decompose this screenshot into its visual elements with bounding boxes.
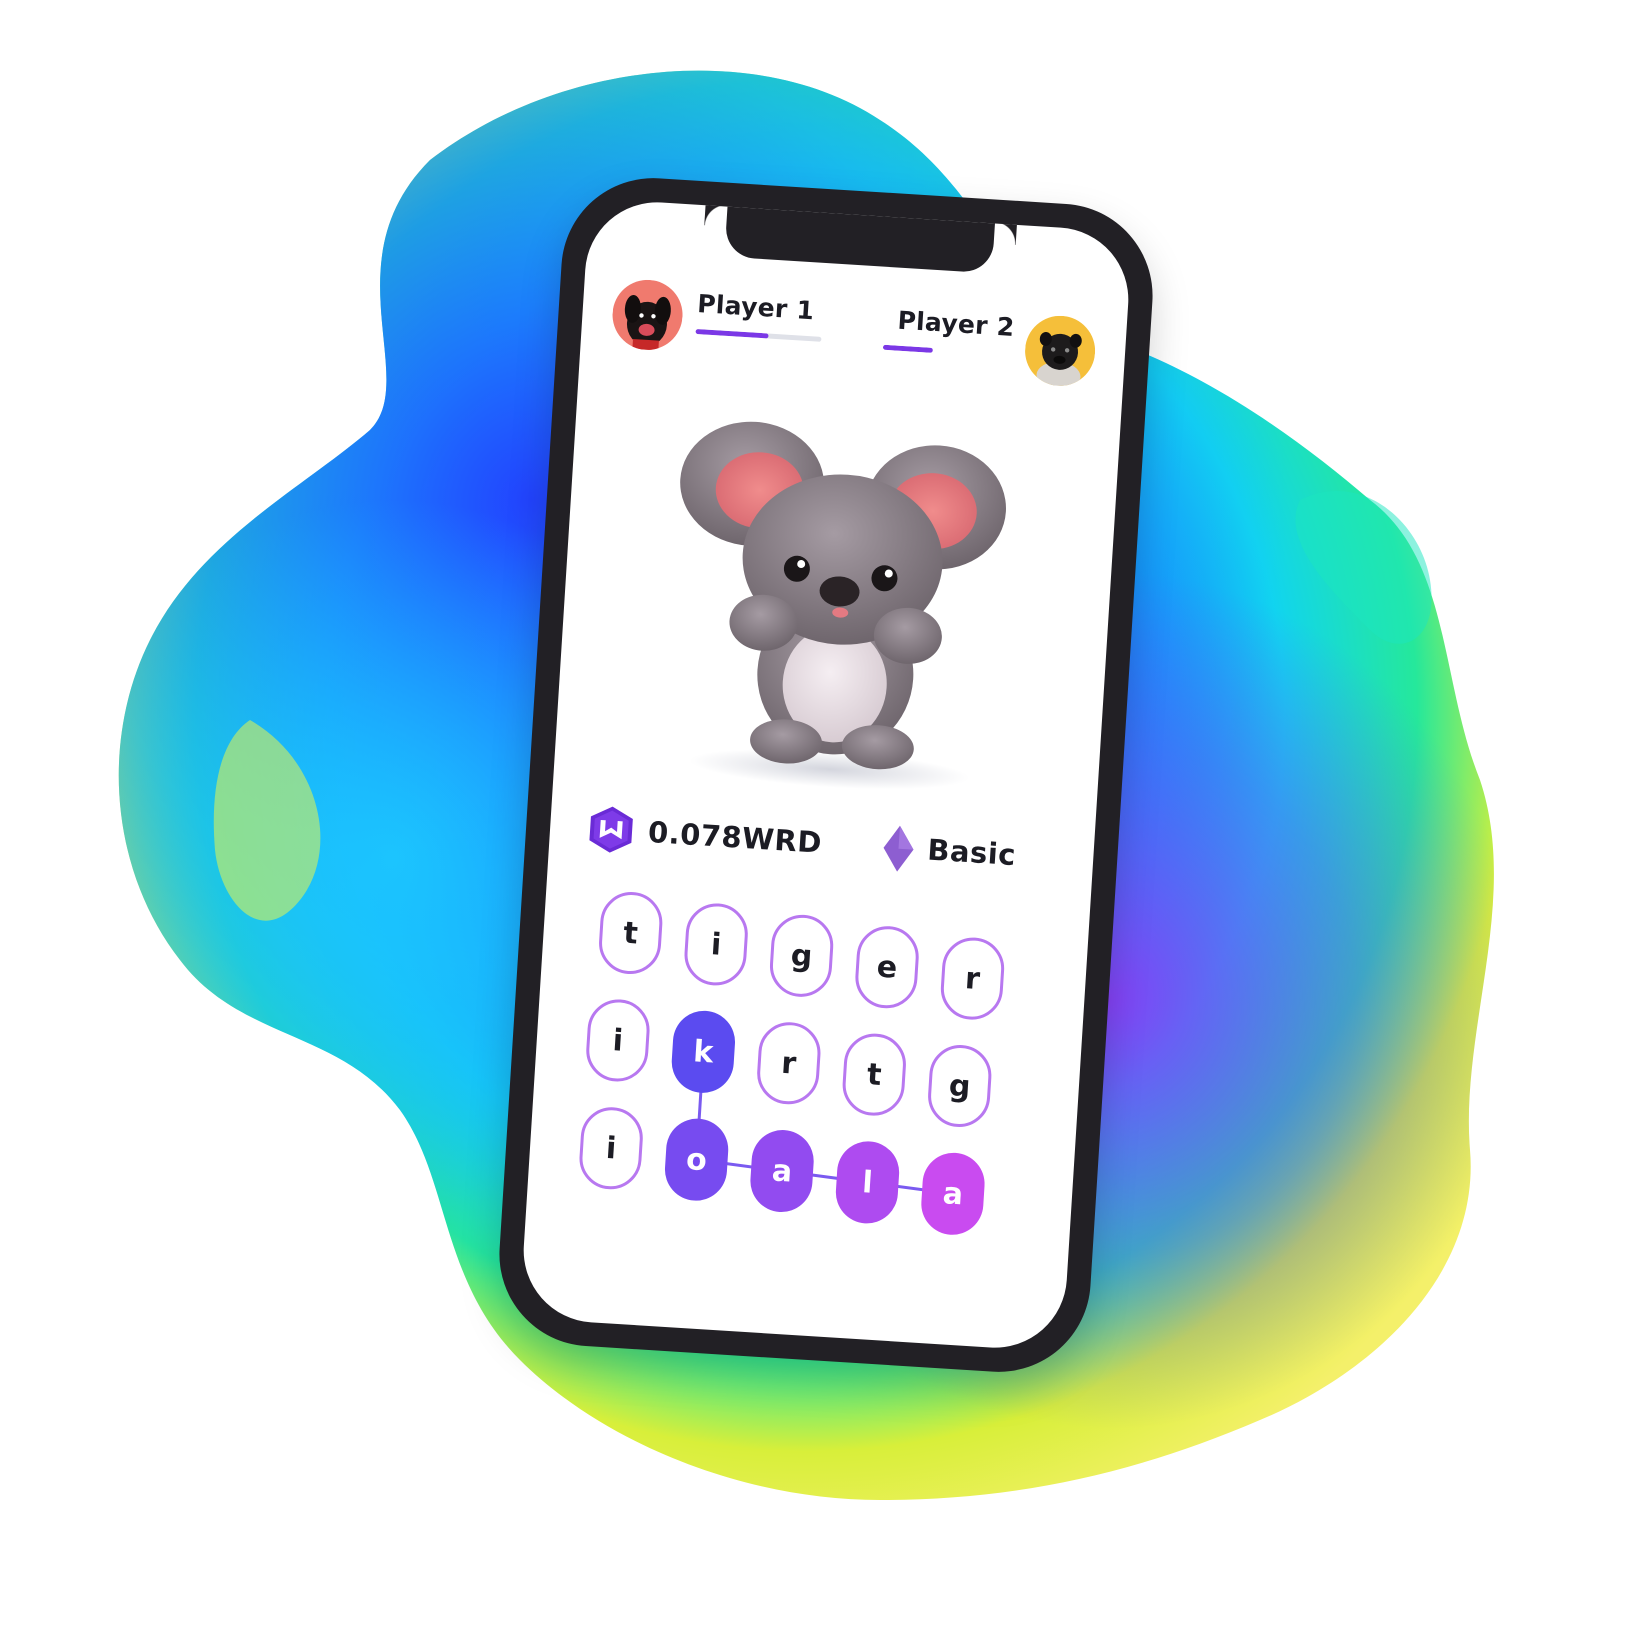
dog-icon bbox=[610, 277, 685, 353]
phone-device: Player 1 Player 2 0.078WRD Basic t i g e… bbox=[493, 172, 1159, 1378]
player-2-avatar[interactable] bbox=[1022, 313, 1098, 388]
player-2-progress-fill bbox=[882, 344, 934, 353]
player-2-progress-bar bbox=[882, 344, 934, 353]
diamond-icon bbox=[883, 825, 914, 872]
phone-screen: Player 1 Player 2 0.078WRD Basic t i g e… bbox=[519, 198, 1133, 1352]
game-info-row: 0.078WRD Basic bbox=[586, 799, 1057, 888]
player-1-progress-bar bbox=[695, 328, 822, 342]
pug-icon bbox=[1022, 313, 1098, 388]
player-1-name: Player 1 bbox=[696, 289, 816, 326]
players-header: Player 1 Player 2 bbox=[609, 277, 1098, 398]
letter-grid: tigerikrtgioala bbox=[576, 890, 1035, 1237]
game-stage: Player 1 Player 2 0.078WRD Basic t i g e… bbox=[0, 0, 1630, 1652]
wrd-token-icon bbox=[589, 806, 633, 853]
phone-notch bbox=[724, 204, 996, 274]
player-2-name: Player 2 bbox=[896, 305, 1016, 342]
player-1-progress-fill bbox=[695, 328, 769, 339]
koala-icon bbox=[653, 399, 1026, 800]
tier-label: Basic bbox=[926, 832, 1017, 873]
token-value: 0.078WRD bbox=[647, 814, 823, 860]
player-1-avatar[interactable] bbox=[610, 277, 685, 353]
